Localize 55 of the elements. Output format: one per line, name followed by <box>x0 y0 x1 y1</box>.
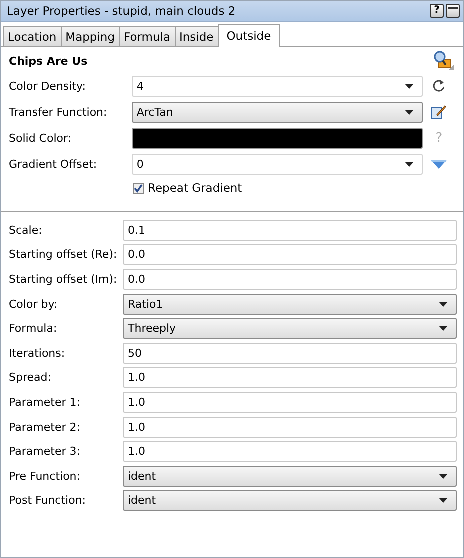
field-label: Transfer Function: <box>9 106 108 118</box>
caret-icon <box>439 498 448 504</box>
tab[interactable]: Formula <box>119 26 176 46</box>
input-field[interactable]: 50 <box>123 342 457 364</box>
dropdown[interactable]: ident <box>123 466 457 487</box>
caret-icon <box>439 326 448 332</box>
tab[interactable]: Location <box>3 26 62 46</box>
tab[interactable]: Mapping <box>60 26 120 46</box>
caret-icon <box>439 302 448 307</box>
field-label: Color by: <box>9 298 59 311</box>
dropdown[interactable]: ArcTan <box>132 102 424 122</box>
dropdown[interactable]: Ratio1 <box>123 294 457 315</box>
dropdown[interactable]: Threeply <box>123 318 457 340</box>
field-label: Iterations: <box>9 346 66 360</box>
input-field[interactable]: 1.0 <box>123 367 457 388</box>
tab[interactable]: Inside <box>174 26 219 46</box>
search-folder-icon[interactable] <box>433 51 455 71</box>
field-label: Starting offset (Im): <box>9 272 118 286</box>
window-title: Layer Properties - stupid, main clouds 2 <box>7 4 236 18</box>
field-label: Starting offset (Re): <box>9 248 118 262</box>
field-label: Parameter 2: <box>9 420 82 434</box>
dropdown-arrow-icon[interactable] <box>431 160 448 168</box>
caret-icon <box>405 110 414 114</box>
field-label: Formula: <box>9 322 58 336</box>
input-field[interactable]: 0.0 <box>123 244 457 266</box>
field-label: Pre Function: <box>9 470 82 483</box>
field-label: Color Density: <box>9 80 87 92</box>
input-field[interactable]: 1.0 <box>123 392 457 413</box>
dropdown[interactable]: ident <box>123 490 457 512</box>
combo-field[interactable]: 4 <box>132 76 424 96</box>
field-label: Scale: <box>9 224 44 237</box>
input-field[interactable]: 1.0 <box>123 441 457 462</box>
tab[interactable]: Outside <box>218 24 280 47</box>
field-label: Parameter 3: <box>9 445 82 458</box>
check-icon <box>134 184 143 192</box>
field-label: Spread: <box>9 371 52 384</box>
field-label: Solid Color: <box>9 132 73 144</box>
input-field[interactable]: 0.0 <box>123 268 457 290</box>
field-label: Parameter 1: <box>9 396 82 409</box>
combo-field[interactable]: 0 <box>132 154 424 174</box>
help-button[interactable]: ? <box>430 4 444 18</box>
repeat-gradient-checkbox[interactable]: Repeat Gradient <box>133 181 242 195</box>
input-field[interactable]: 0.1 <box>123 220 457 241</box>
caret-icon <box>405 84 414 88</box>
caret-icon <box>439 474 448 479</box>
edit-icon[interactable] <box>431 104 448 120</box>
caret-icon <box>405 162 414 166</box>
field-label: Gradient Offset: <box>9 158 98 170</box>
help-mark: ? <box>436 130 443 146</box>
color-swatch[interactable] <box>132 128 424 148</box>
refresh-icon[interactable] <box>432 79 446 93</box>
field-label: Post Function: <box>9 494 88 508</box>
section-title: Chips Are Us <box>9 54 88 68</box>
input-field[interactable]: 1.0 <box>123 416 457 438</box>
minimize-button[interactable] <box>446 4 460 18</box>
